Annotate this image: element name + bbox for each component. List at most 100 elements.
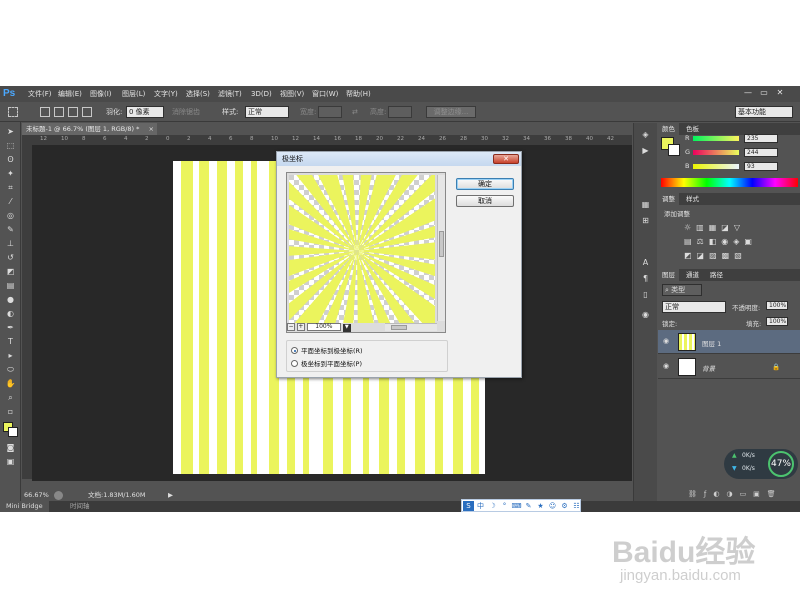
menu-edit[interactable]: 编辑(E)	[58, 89, 82, 99]
menu-view[interactable]: 视图(V)	[280, 89, 304, 99]
intersect-selection-icon[interactable]	[82, 107, 92, 117]
tab-styles[interactable]: 样式	[682, 193, 703, 205]
color-spectrum-bar[interactable]	[661, 178, 798, 187]
tab-layers[interactable]: 图层	[658, 269, 679, 281]
menu-image[interactable]: 图像(I)	[90, 89, 112, 99]
layer-row-layer1[interactable]: ◉ 图层 1	[658, 330, 800, 354]
clone-stamp-icon[interactable]: ⊥	[4, 238, 17, 250]
paragraph-panel-icon[interactable]: ¶	[639, 273, 652, 285]
workspace-select[interactable]: 基本功能	[735, 106, 793, 118]
zoom-tool-icon[interactable]: ⌕	[4, 392, 17, 404]
dialog-titlebar[interactable]: 极坐标 ✕	[277, 152, 521, 166]
ime-button[interactable]: ✎	[523, 501, 534, 511]
ime-button[interactable]: ⚙	[559, 501, 570, 511]
color-background-swatch[interactable]	[668, 144, 680, 156]
ime-button[interactable]: S	[463, 501, 474, 511]
document-close-icon[interactable]: ×	[149, 123, 154, 135]
screen-mode-icon[interactable]: ▣	[4, 456, 17, 468]
preview-hscroll-thumb[interactable]	[391, 325, 407, 330]
document-tab[interactable]: 未标题-1 @ 66.7% (图层 1, RGB/8) * ×	[22, 123, 157, 135]
adjustment-icons-grid[interactable]: ☼▥▦◪▽ ▤⚖◧◉◈▣ ◩◪▨▩▧	[684, 221, 784, 265]
status-arrow-icon[interactable]: ▶	[168, 490, 173, 501]
layer-name[interactable]: 背景	[702, 363, 715, 373]
default-colors-icon[interactable]: ▫	[4, 406, 17, 418]
history-panel-icon[interactable]: ◈	[639, 129, 652, 141]
zoom-dropdown-icon[interactable]: ▼	[342, 324, 351, 332]
spot-healing-icon[interactable]: ◎	[4, 210, 17, 222]
menu-3d[interactable]: 3D(D)	[251, 89, 272, 99]
style-select[interactable]: 正常	[245, 106, 289, 118]
tab-paths[interactable]: 路径	[706, 269, 727, 281]
ok-button[interactable]: 确定	[456, 178, 514, 190]
restore-button[interactable]: ▭	[758, 87, 770, 99]
brush-tool-icon[interactable]: ✎	[4, 224, 17, 236]
menu-type[interactable]: 文字(Y)	[154, 89, 178, 99]
fill-input[interactable]: 100%	[766, 317, 788, 326]
dialog-close-button[interactable]: ✕	[493, 154, 519, 164]
tab-adjustments[interactable]: 调整	[658, 193, 679, 205]
menu-file[interactable]: 文件(F)	[28, 89, 52, 99]
minimize-button[interactable]: —	[742, 87, 754, 99]
visibility-eye-icon[interactable]: ◉	[663, 363, 672, 370]
ime-button[interactable]: ☺	[547, 501, 558, 511]
magic-wand-icon[interactable]: ✦	[4, 168, 17, 180]
ime-button[interactable]: 中	[475, 501, 486, 511]
menu-window[interactable]: 窗口(W)	[312, 89, 338, 99]
character-panel-icon[interactable]: A	[639, 257, 652, 269]
properties-panel-icon[interactable]: ▶	[639, 145, 652, 157]
menu-filter[interactable]: 滤镜(T)	[218, 89, 242, 99]
antialias-checkbox[interactable]: 消除锯齿	[172, 108, 200, 117]
tab-color[interactable]: 颜色	[658, 123, 679, 135]
path-selection-icon[interactable]: ▸	[4, 350, 17, 362]
pen-tool-icon[interactable]: ✒	[4, 322, 17, 334]
polar-to-rect-radio[interactable]	[291, 360, 298, 367]
preview-horizontal-scrollbar[interactable]	[385, 323, 437, 331]
tab-mini-bridge[interactable]: Mini Bridge	[0, 501, 49, 512]
zoom-value[interactable]: 100%	[306, 323, 341, 331]
filter-preview[interactable]	[289, 175, 435, 323]
glyph-panel-icon[interactable]: ▯	[639, 289, 652, 301]
blue-value[interactable]: 93	[744, 162, 778, 171]
swap-icon[interactable]: ⇄	[352, 108, 358, 117]
cancel-button[interactable]: 取消	[456, 195, 514, 207]
rect-to-polar-radio[interactable]	[291, 347, 298, 354]
menu-help[interactable]: 帮助(H)	[346, 89, 371, 99]
blend-mode-select[interactable]: 正常	[662, 301, 726, 313]
history-brush-icon[interactable]: ↺	[4, 252, 17, 264]
hand-tool-icon[interactable]: ✋	[4, 378, 17, 390]
navigator-icon[interactable]: ◉	[639, 309, 652, 321]
memory-percent-gauge[interactable]: 47%	[768, 451, 794, 477]
width-input[interactable]	[318, 106, 342, 118]
dodge-tool-icon[interactable]: ◐	[4, 308, 17, 320]
layer-filter-select[interactable]: ⌕ 类型	[662, 284, 702, 296]
refine-edge-button[interactable]: 调整边缘...	[426, 106, 476, 118]
subtract-selection-icon[interactable]	[68, 107, 78, 117]
height-input[interactable]	[388, 106, 412, 118]
zoom-out-button[interactable]: −	[287, 323, 295, 331]
brush-panel-icon[interactable]: ▦	[639, 199, 652, 211]
ime-button[interactable]: °	[499, 501, 510, 511]
layer-row-background[interactable]: ◉ 背景 🔒	[658, 355, 800, 379]
add-selection-icon[interactable]	[54, 107, 64, 117]
quick-mask-icon[interactable]: ◙	[4, 442, 17, 454]
opacity-input[interactable]: 100%	[766, 301, 788, 310]
move-tool-icon[interactable]: ➤	[4, 126, 17, 138]
blue-slider[interactable]	[693, 164, 739, 169]
green-value[interactable]: 244	[744, 148, 778, 157]
visibility-eye-icon[interactable]: ◉	[663, 338, 672, 345]
ime-button[interactable]: ★	[535, 501, 546, 511]
new-selection-icon[interactable]	[40, 107, 50, 117]
lasso-tool-icon[interactable]: ʘ	[4, 154, 17, 166]
close-button[interactable]: ✕	[774, 87, 786, 99]
feather-input[interactable]: 0 像素	[126, 106, 164, 118]
rect-to-polar-option[interactable]: 平面坐标到极坐标(R)	[291, 346, 363, 356]
red-slider[interactable]	[693, 136, 739, 141]
red-value[interactable]: 235	[744, 134, 778, 143]
layer-name[interactable]: 图层 1	[702, 338, 721, 348]
preview-vertical-scrollbar[interactable]	[437, 175, 445, 321]
type-tool-icon[interactable]: T	[4, 336, 17, 348]
eraser-tool-icon[interactable]: ◩	[4, 266, 17, 278]
preview-vscroll-thumb[interactable]	[439, 231, 444, 257]
layer-actions-bar[interactable]: ⛓ƒ◐◑▭▣🗑	[688, 490, 798, 500]
blur-tool-icon[interactable]: ●	[4, 294, 17, 306]
